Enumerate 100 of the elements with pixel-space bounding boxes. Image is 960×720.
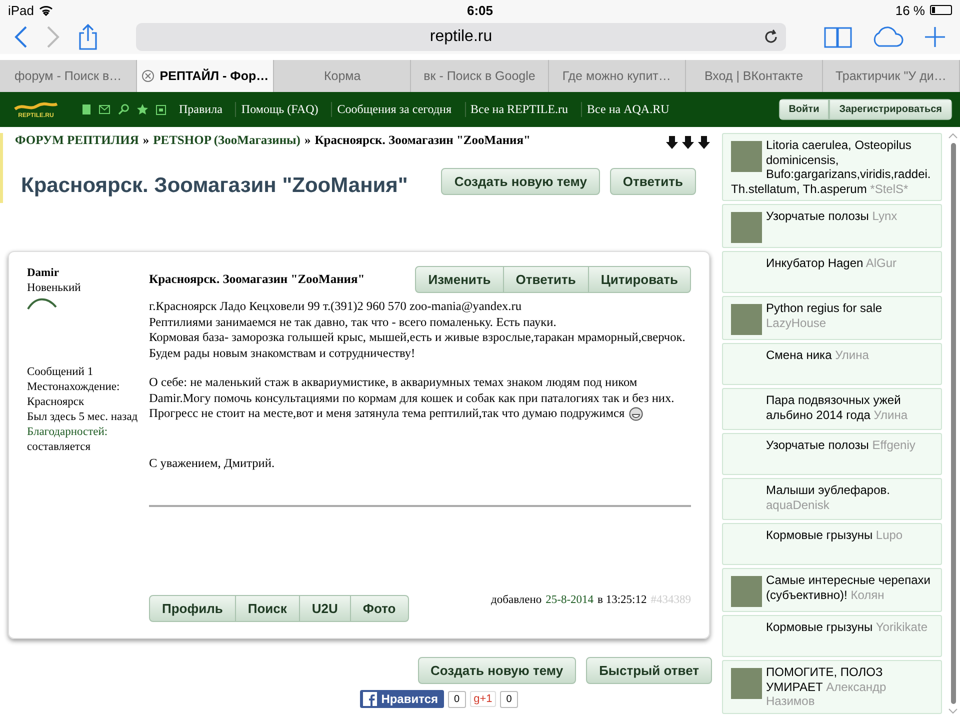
topic-link[interactable]: Пара подвязочных ужей альбино 2014 года Улина — [766, 393, 937, 425]
sidebar-topic[interactable]: ПОМОГИТЕ, ПОЛОЗ УМИРАЕТ Александр Назимов — [722, 660, 942, 714]
bottom-button[interactable]: Создать новую тему — [418, 657, 576, 684]
facebook-icon — [363, 692, 378, 706]
topic-link[interactable]: Кормовые грызуны Yorikikate — [766, 620, 928, 652]
book-icon[interactable] — [82, 104, 91, 115]
reload-icon[interactable] — [764, 29, 778, 45]
back-icon[interactable] — [14, 25, 28, 49]
user-stat: Сообщений 1 — [27, 365, 94, 380]
battery-icon — [930, 5, 952, 15]
nav-link[interactable]: Помощь (FAQ) — [235, 102, 324, 117]
close-icon[interactable] — [142, 70, 154, 82]
thanks-link[interactable]: Благодарностей: — [27, 425, 149, 440]
profile-action-button[interactable]: U2U — [300, 595, 351, 622]
sidebar-topic[interactable]: Узорчатые полозы Lynx — [722, 204, 942, 248]
post-text: Рептилиями занимаемся не так давно, так что - всего помаленьку. Есть пауки. — [149, 314, 558, 330]
profile-action-button[interactable]: Фото — [350, 595, 409, 622]
url-text: reptile.ru — [430, 28, 492, 46]
avatar-photo-placeholder — [731, 304, 762, 335]
search-icon[interactable] — [118, 104, 129, 115]
plus-icon[interactable] — [924, 26, 946, 48]
device-name: iPad — [8, 2, 34, 18]
up-chevron-icon — [948, 133, 958, 139]
sidebar-topic[interactable]: Кормовые грызуны Lupo — [722, 523, 942, 565]
nav-link[interactable]: Все на AQA.RU — [581, 102, 674, 117]
user-stat: Был здесь 5 мес. назад — [27, 410, 139, 425]
breadcrumb-separator: » — [142, 133, 150, 148]
post-action-button[interactable]: Ответить — [504, 266, 589, 293]
username[interactable]: Damir — [27, 266, 149, 281]
star-icon[interactable] — [137, 104, 148, 115]
topic-link[interactable]: Узорчатые полозы Effgeniy — [766, 438, 916, 470]
sidebar-topic[interactable]: Малыши эублефаров. aquaDenisk — [722, 478, 942, 520]
topic-link[interactable]: Кормовые грызуны Lupo — [766, 528, 903, 560]
signature-text: С уважением, Дмитрий. — [149, 456, 276, 471]
sidebar-topic[interactable]: Пара подвязочных ужей альбино 2014 года Улина — [722, 388, 942, 430]
bottom-button[interactable]: Быстрый ответ — [586, 657, 712, 684]
topic-button[interactable]: Ответить — [610, 168, 696, 194]
battery-percent: 16 % — [895, 2, 925, 18]
breadcrumb-link[interactable]: ФОРУМ РЕПТИЛИЯ — [15, 133, 139, 148]
down-chevron-icon — [948, 708, 958, 714]
like-button[interactable]: Нравится — [360, 690, 444, 708]
post-action-button[interactable]: Цитировать — [588, 266, 691, 293]
user-rank: Новенький — [27, 281, 82, 296]
topic-button[interactable]: Создать новую тему — [441, 168, 600, 194]
topic-link[interactable]: Смена ника Улина — [766, 348, 869, 380]
sidebar-topic[interactable]: Узорчатые полозы Effgeniy — [722, 433, 942, 475]
plus-one-count: 0 — [500, 690, 518, 708]
sidebar-topic[interactable]: Litoria caerulea, Osteopilus dominicensis, Bufo:gargarizans,viridis,raddei. Th.stellatum, Th.asperum *StelS* — [722, 133, 942, 201]
post-time: в 13:25:12 — [598, 592, 647, 608]
down-arrow-icon[interactable] — [666, 136, 678, 149]
user-stat: Красноярск — [27, 395, 86, 410]
topic-link[interactable]: Узорчатые полозы Lynx — [766, 209, 898, 243]
avatar-photo-placeholder — [731, 212, 762, 243]
post-action-button[interactable]: Изменить — [415, 266, 504, 293]
post-text: г.Красноярск Ладо Кецховели 99 т.(391)2 960 570 zoo-mania@yandex.ru — [149, 299, 523, 314]
nav-link[interactable]: Правила — [174, 102, 228, 117]
topic-title: Красноярск. Зоомагазин "ZooМания" — [21, 174, 409, 198]
sidebar-topic[interactable]: Смена ника Улина — [722, 343, 942, 385]
browser-tab[interactable]: РЕПТАЙЛ - Фор… — [137, 60, 274, 92]
added-label: добавлено — [491, 592, 542, 608]
topic-link[interactable]: Малыши эублефаров. aquaDenisk — [766, 483, 937, 515]
topic-link[interactable]: Самые интересные черепахи (субъективно)! Колян — [766, 573, 937, 607]
breadcrumb-link[interactable]: PETSHOP (ЗооМагазины) — [153, 133, 300, 148]
user-stat: составляется — [27, 440, 92, 455]
wifi-icon — [39, 4, 54, 16]
nav-link[interactable]: Сообщения за сегодня — [331, 102, 456, 117]
user-stat: Местонахождение: — [27, 380, 121, 395]
like-label: Нравится — [381, 692, 438, 706]
mail-icon[interactable] — [99, 105, 110, 114]
nav-button[interactable]: Зарегистрироваться — [829, 99, 952, 120]
topic-link[interactable]: Python regius for sale LazyHouse — [766, 301, 937, 335]
avatar-photo-placeholder — [731, 141, 762, 172]
topic-link[interactable]: Litoria caerulea, Osteopilus dominicensis, Bufo:gargarizans,viridis,raddei. Th.stellatum, Th.asperum *StelS* — [731, 138, 937, 196]
clock-time: 6:05 — [466, 2, 494, 18]
share-icon[interactable] — [78, 24, 98, 50]
topic-link[interactable]: ПОМОГИТЕ, ПОЛОЗ УМИРАЕТ Александр Назимов — [766, 665, 937, 708]
down-arrow-icon[interactable] — [698, 136, 710, 149]
profile-action-button[interactable]: Профиль — [149, 595, 236, 622]
plus-one-button[interactable]: g+1 — [470, 691, 496, 707]
avatar-photo-placeholder — [731, 576, 762, 607]
sidebar-topic[interactable]: Python regius for sale LazyHouse — [722, 296, 942, 340]
sidebar-topic[interactable]: Инкубатор Hagen AlGur — [722, 251, 942, 293]
smiley-icon — [628, 407, 643, 422]
profile-action-button[interactable]: Поиск — [236, 595, 300, 622]
book-icon[interactable] — [824, 26, 852, 48]
nav-button[interactable]: Войти — [778, 99, 830, 120]
sidebar-topic[interactable]: Самые интересные черепахи (субъективно)! Колян — [722, 568, 942, 612]
sidebar-topic[interactable]: Кормовые грызуны Yorikikate — [722, 615, 942, 657]
post-text: Кормовая база- заморозка голышей крыс, мышей,есть и живые взрослые,таракан мраморный,сверчок. — [149, 330, 686, 346]
post-text: О себе: не маленький стаж в аквариумистике, в аквариумных темах знаком людям под ником Damir.Могу помочь консультациями по кормам для кошек и собак как при паталогиях так и без них. Прогресс не стоит на месте,вот и меня затянула тема рептилий,так что думаю подружимся — [149, 375, 676, 422]
address-field[interactable]: reptile.ru — [136, 23, 786, 51]
avatar-photo-placeholder — [731, 668, 762, 699]
post-title: Красноярск. Зоомагазин "ZooМания" — [149, 272, 365, 288]
calendar-icon[interactable] — [156, 104, 166, 115]
topic-link[interactable]: Инкубатор Hagen AlGur — [766, 256, 897, 288]
scrollbar[interactable] — [946, 133, 960, 714]
down-arrow-icon[interactable] — [682, 136, 694, 149]
breadcrumb-current: Красноярск. Зоомагазин "ZooМания" — [314, 133, 530, 148]
post-text: Будем рады новым знакомствам и сотрудничеству! — [149, 346, 416, 361]
nav-link[interactable]: Все на REPTILE.ru — [464, 102, 574, 117]
